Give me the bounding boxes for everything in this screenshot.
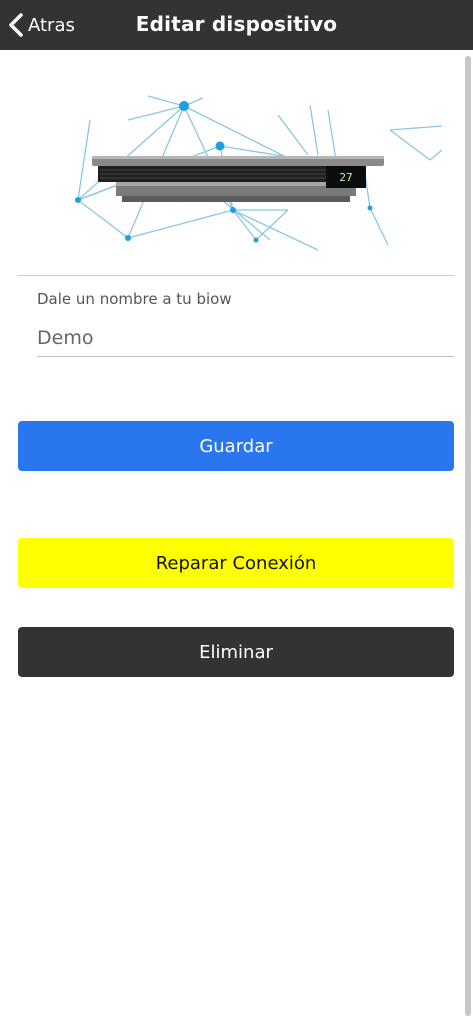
page-title: Editar dispositivo <box>135 12 338 36</box>
device-display-value: 27 <box>339 171 352 184</box>
delete-button[interactable]: Eliminar <box>18 627 454 677</box>
repair-connection-button[interactable]: Reparar Conexión <box>18 538 454 588</box>
scrollbar[interactable] <box>465 56 471 1016</box>
device-illustration: 27 <box>75 95 443 251</box>
divider <box>18 275 454 276</box>
save-button[interactable]: Guardar <box>18 421 454 471</box>
device-name-label: Dale un nombre a tu biow <box>37 290 232 308</box>
device-name-input[interactable] <box>37 320 454 357</box>
app-header: Atras Editar dispositivo <box>0 0 473 50</box>
